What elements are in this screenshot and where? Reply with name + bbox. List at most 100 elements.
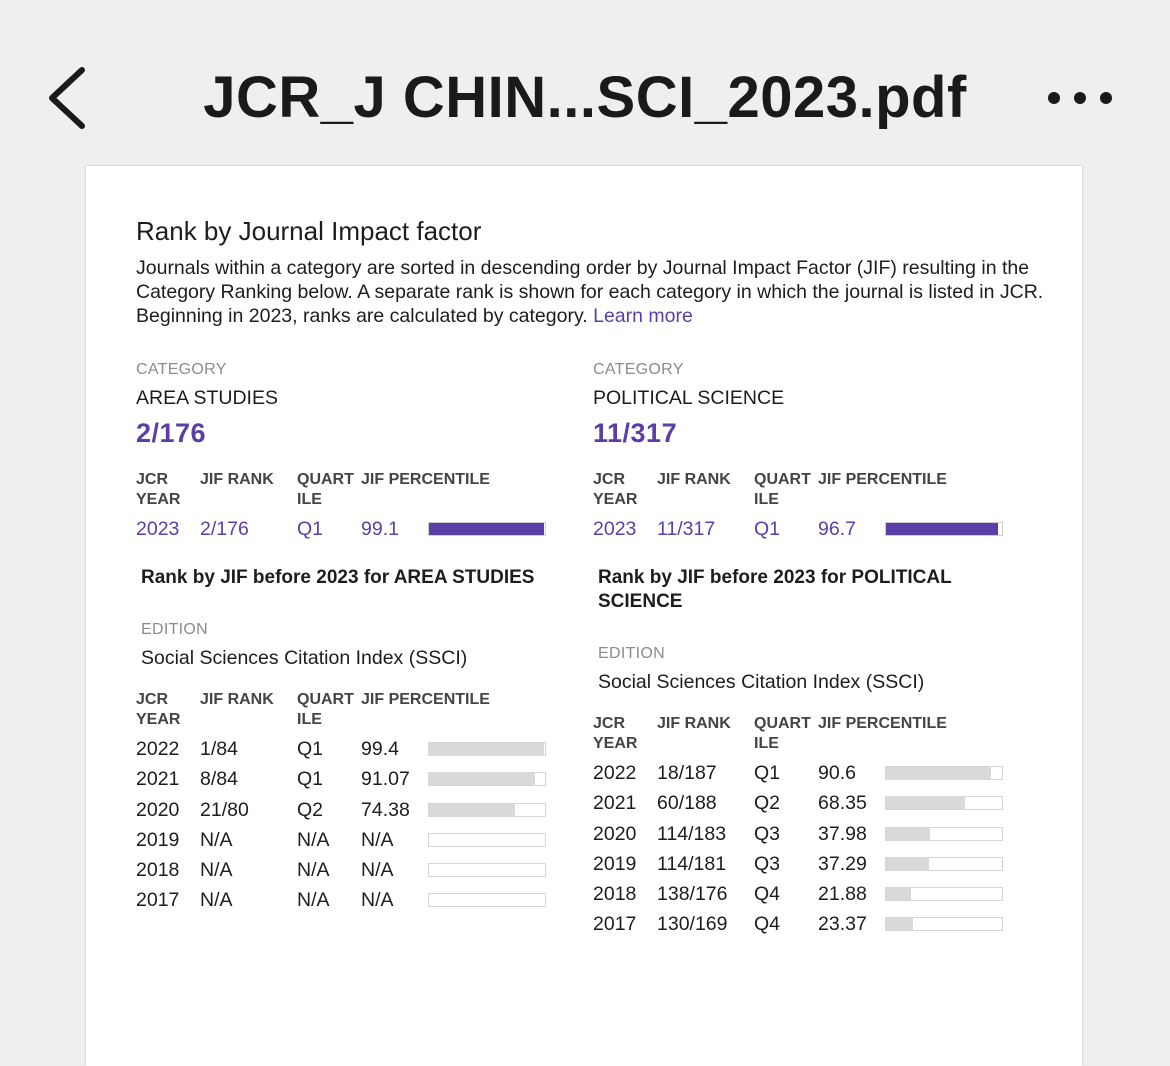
cell-percentile: 90.6: [818, 762, 856, 785]
cell-year: 2018: [136, 858, 180, 881]
cell-year: 2020: [136, 798, 180, 821]
col-header-year: JCR YEAR: [593, 715, 638, 753]
cell-quartile: Q2: [754, 792, 781, 815]
cell-percentile: 96.7: [818, 518, 856, 540]
cell-year: 2019: [593, 852, 637, 875]
table-row: 2019 N/A N/A N/A: [136, 825, 566, 855]
table-row: 2018 138/176 Q4 21.88: [593, 879, 1023, 909]
cell-percentile: 21.88: [818, 882, 867, 905]
cell-quartile: Q1: [297, 738, 324, 761]
col-header-quartile: QUART ILE: [754, 715, 811, 753]
cell-year: 2023: [136, 518, 180, 540]
cell-quartile: Q1: [297, 518, 324, 540]
table-row: 2021 8/84 Q1 91.07: [136, 764, 566, 794]
cell-percentile: N/A: [361, 828, 394, 851]
col-header-rank: JIF RANK: [657, 471, 731, 488]
cell-rank: 114/181: [657, 852, 727, 875]
learn-more-link[interactable]: Learn more: [593, 305, 693, 327]
edition-label: EDITION: [598, 645, 665, 663]
cell-rank: N/A: [200, 889, 233, 912]
cell-year: 2017: [593, 913, 637, 936]
cell-percentile: 37.98: [818, 822, 867, 845]
before-2023-title: Rank by JIF before 2023 for AREA STUDIES: [141, 567, 535, 589]
edition-name: Social Sciences Citation Index (SSCI): [598, 671, 925, 694]
cell-percentile: 74.38: [361, 798, 410, 821]
cell-rank: 2/176: [200, 518, 249, 540]
before-2023-section: Rank by JIF before 2023 for POLITICAL SC…: [593, 566, 1023, 694]
table-row: 2022 1/84 Q1 99.4: [136, 734, 566, 764]
col-header-percentile: JIF PERCENTILE: [818, 715, 947, 733]
cell-year: 2017: [136, 889, 180, 912]
category-name: POLITICAL SCIENCE: [593, 387, 785, 409]
description-text: Journals within a category are sorted in…: [136, 257, 1044, 327]
percentile-bar: [428, 893, 546, 908]
cell-year: 2018: [593, 882, 637, 905]
cell-percentile: 99.4: [361, 738, 399, 761]
cell-percentile: N/A: [361, 858, 394, 881]
percentile-bar: [885, 796, 1003, 811]
table-header: JCR YEAR JIF RANK QUART ILE JIF PERCENTI…: [136, 690, 566, 734]
cell-year: 2022: [136, 738, 180, 761]
table-row: 2020 21/80 Q2 74.38: [136, 795, 566, 825]
col-header-rank: JIF RANK: [657, 715, 731, 733]
percentile-bar: [885, 886, 1003, 901]
cell-quartile: Q4: [754, 882, 781, 905]
category-rank: 2/176: [136, 418, 207, 448]
section-heading: Rank by Journal Impact factor: [136, 216, 482, 246]
cell-rank: N/A: [200, 828, 233, 851]
pdf-page: Rank by Journal Impact factor Journals w…: [86, 166, 1082, 1066]
table-header: JCR YEAR JIF RANK QUART ILE JIF PERCENTI…: [136, 470, 566, 514]
table-header: JCR YEAR JIF RANK QUART ILE JIF PERCENTI…: [593, 714, 1023, 758]
cell-rank: 8/84: [200, 768, 238, 791]
more-button[interactable]: [1040, 82, 1120, 114]
before-2023-section: Rank by JIF before 2023 for AREA STUDIES…: [136, 566, 566, 670]
cell-quartile: Q4: [754, 913, 781, 936]
percentile-bar: [428, 522, 546, 536]
cell-rank: N/A: [200, 858, 233, 881]
col-header-quartile: QUART ILE: [754, 471, 811, 508]
cell-rank: 21/80: [200, 798, 249, 821]
cell-year: 2023: [593, 518, 637, 540]
cell-year: 2022: [593, 762, 637, 785]
table-row: 2019 114/181 Q3 37.29: [593, 849, 1023, 879]
cell-quartile: N/A: [297, 889, 330, 912]
percentile-bar: [428, 742, 546, 757]
table-row: 2020 114/183 Q3 37.98: [593, 819, 1023, 849]
cell-quartile: N/A: [297, 828, 330, 851]
cell-percentile: 99.1: [361, 518, 399, 540]
cell-year: 2020: [593, 822, 637, 845]
col-header-year: JCR YEAR: [593, 471, 638, 508]
cell-rank: 130/169: [657, 913, 728, 936]
table-row-current: 2023 2/176 Q1 99.1: [136, 514, 566, 544]
percentile-bar: [428, 862, 546, 877]
percentile-bar: [885, 856, 1003, 871]
percentile-bar: [885, 766, 1003, 781]
table-header: JCR YEAR JIF RANK QUART ILE JIF PERCENTI…: [593, 470, 1023, 514]
table-row: 2018 N/A N/A N/A: [136, 855, 566, 885]
cell-quartile: Q1: [754, 762, 781, 785]
cell-percentile: N/A: [361, 889, 394, 912]
document-title: JCR_J CHIN...SCI_2023.pdf: [203, 65, 967, 130]
cell-rank: 114/183: [657, 822, 727, 845]
col-header-rank: JIF RANK: [200, 691, 274, 709]
history-table: 2022 18/187 Q1 90.6 2021 60/188 Q2 68.35 2020 114…: [593, 758, 1023, 939]
cell-quartile: Q3: [754, 852, 781, 875]
cell-percentile: 91.07: [361, 768, 410, 791]
cell-quartile: Q2: [297, 798, 324, 821]
col-header-percentile: JIF PERCENTILE: [361, 471, 490, 488]
col-header-year: JCR YEAR: [136, 471, 181, 508]
category-label: CATEGORY: [593, 361, 684, 378]
percentile-bar: [428, 772, 546, 787]
percentile-bar: [428, 832, 546, 847]
category-area-studies: CATEGORY AREA STUDIES 2/176 JCR YEAR JIF…: [136, 361, 566, 915]
cell-year: 2021: [136, 768, 180, 791]
cell-rank: 138/176: [657, 882, 728, 905]
table-row: 2021 60/188 Q2 68.35: [593, 788, 1023, 818]
table-row: 2022 18/187 Q1 90.6: [593, 758, 1023, 788]
before-2023-title: Rank by JIF before 2023 for POLITICAL SC…: [598, 567, 952, 613]
percentile-bar: [885, 917, 1003, 932]
category-label: CATEGORY: [136, 361, 227, 378]
top-bar: JCR_J CHIN...SCI_2023.pdf: [0, 0, 1170, 165]
history-table: 2022 1/84 Q1 99.4 2021 8/84 Q1 91.07 2020 21/80 Q2…: [136, 734, 566, 915]
table-row-current: 2023 11/317 Q1 96.7: [593, 514, 1023, 544]
